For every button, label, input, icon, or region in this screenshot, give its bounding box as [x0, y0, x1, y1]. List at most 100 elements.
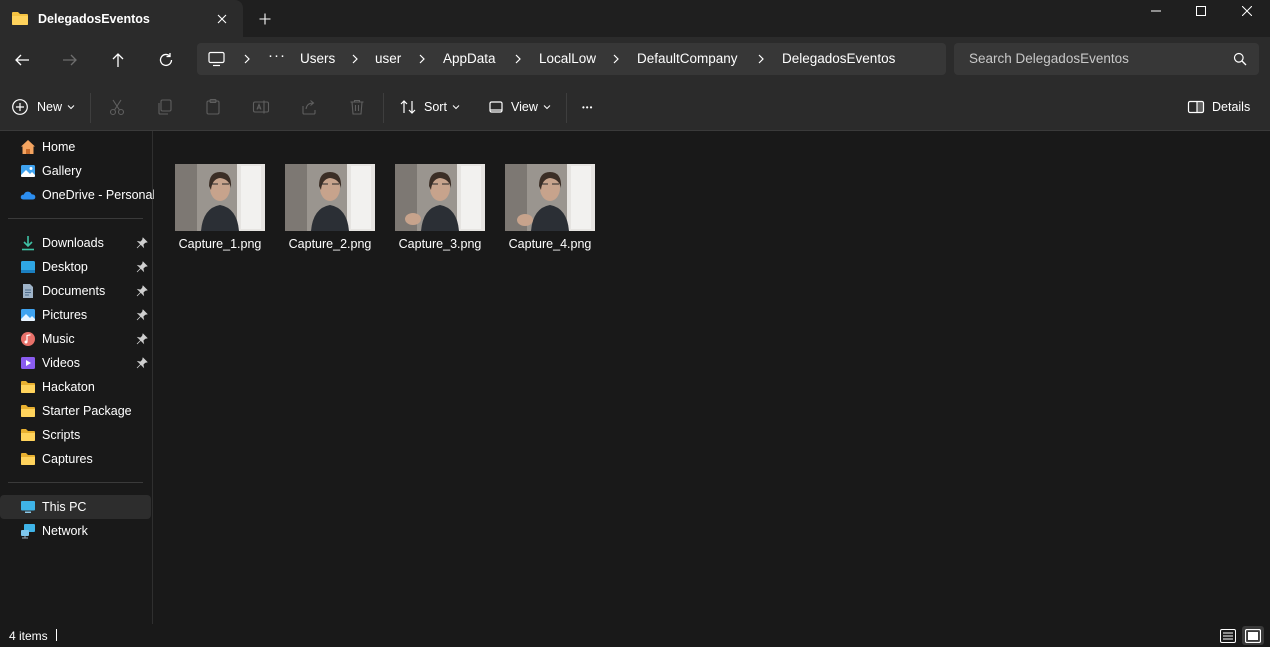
- arrow-up-icon: [112, 53, 124, 67]
- pictures-icon: [20, 307, 36, 323]
- search-placeholder: Search DelegadosEventos: [969, 51, 1129, 66]
- image-thumbnail: [395, 164, 485, 231]
- close-icon: [1242, 6, 1252, 16]
- command-bar: New Sort View ••• Details: [0, 83, 1270, 131]
- sidebar-item-music[interactable]: Music: [0, 327, 151, 351]
- breadcrumb-overflow[interactable]: ···: [268, 47, 286, 64]
- image-thumbnail: [505, 164, 595, 231]
- large-icons-view-icon: [1245, 628, 1261, 643]
- delete-icon[interactable]: [348, 98, 366, 116]
- sidebar-item-label: Gallery: [42, 164, 82, 178]
- back-button[interactable]: [10, 48, 34, 72]
- refresh-button[interactable]: [154, 48, 178, 72]
- up-button[interactable]: [106, 48, 130, 72]
- more-options-button[interactable]: •••: [582, 96, 593, 118]
- navigation-pane: Home Gallery OneDrive - Personal Downloa…: [0, 131, 155, 624]
- title-bar: DelegadosEventos: [0, 0, 1270, 37]
- item-count: 4 items: [9, 629, 48, 643]
- sidebar-item-label: Home: [42, 140, 76, 154]
- search-icon[interactable]: [1233, 52, 1247, 66]
- sidebar-item-home[interactable]: Home: [0, 135, 151, 159]
- close-icon[interactable]: [212, 9, 232, 29]
- sidebar-item-network[interactable]: Network: [0, 519, 151, 543]
- chevron-right-icon[interactable]: [610, 53, 622, 65]
- copy-icon[interactable]: [156, 98, 174, 116]
- sidebar-item-pictures[interactable]: Pictures: [0, 303, 151, 327]
- breadcrumb-users[interactable]: Users: [300, 51, 335, 66]
- folder-icon: [20, 379, 36, 395]
- sidebar-item-gallery[interactable]: Gallery: [0, 159, 151, 183]
- file-item-capture-3[interactable]: Capture_3.png: [374, 164, 485, 259]
- sidebar-item-this-pc[interactable]: This PC: [0, 495, 151, 519]
- pin-icon[interactable]: [136, 285, 148, 297]
- tab-delegadoseventos[interactable]: DelegadosEventos: [0, 0, 243, 37]
- view-icon: [489, 101, 503, 113]
- sidebar-item-starter-package[interactable]: Starter Package: [0, 399, 151, 423]
- file-item-capture-1[interactable]: Capture_1.png: [154, 164, 265, 259]
- sidebar-item-desktop[interactable]: Desktop: [0, 255, 151, 279]
- sidebar-item-downloads[interactable]: Downloads: [0, 231, 151, 255]
- pin-icon[interactable]: [136, 333, 148, 345]
- sidebar-item-hackaton[interactable]: Hackaton: [0, 375, 151, 399]
- breadcrumb-defaultcompany[interactable]: DefaultCompany: [637, 51, 738, 66]
- breadcrumb-appdata[interactable]: AppData: [443, 51, 496, 66]
- chevron-right-icon[interactable]: [755, 53, 767, 65]
- breadcrumb-user[interactable]: user: [375, 51, 401, 66]
- divider: [90, 93, 91, 123]
- file-item-capture-4[interactable]: Capture_4.png: [484, 164, 595, 259]
- large-icons-view-button[interactable]: [1242, 626, 1264, 645]
- folder-icon: [20, 427, 36, 443]
- navigation-bar: ··· Users user AppData LocalLow DefaultC…: [0, 37, 1270, 83]
- sidebar-item-label: Music: [42, 332, 75, 346]
- sidebar-item-label: OneDrive - Personal: [42, 188, 156, 202]
- pin-icon[interactable]: [136, 237, 148, 249]
- new-icon: [12, 99, 28, 115]
- this-pc-icon[interactable]: [208, 51, 225, 67]
- chevron-right-icon[interactable]: [416, 53, 428, 65]
- sidebar-item-videos[interactable]: Videos: [0, 351, 151, 375]
- sidebar-item-captures[interactable]: Captures: [0, 447, 151, 471]
- rename-icon[interactable]: [252, 98, 270, 116]
- search-input[interactable]: Search DelegadosEventos: [954, 43, 1259, 75]
- forward-button[interactable]: [58, 48, 82, 72]
- file-item-capture-2[interactable]: Capture_2.png: [264, 164, 375, 259]
- documents-icon: [20, 283, 36, 299]
- sidebar-item-scripts[interactable]: Scripts: [0, 423, 151, 447]
- breadcrumb-delegadoseventos[interactable]: DelegadosEventos: [782, 51, 895, 66]
- status-bar: 4 items: [0, 624, 1270, 647]
- address-bar[interactable]: ··· Users user AppData LocalLow DefaultC…: [197, 43, 946, 75]
- sort-button[interactable]: Sort: [399, 96, 460, 118]
- sidebar-item-label: Videos: [42, 356, 80, 370]
- onedrive-icon: [20, 187, 36, 203]
- chevron-down-icon: [452, 105, 460, 110]
- sidebar-item-label: Scripts: [42, 428, 81, 442]
- image-thumbnail: [175, 164, 265, 231]
- details-view-button[interactable]: [1217, 626, 1239, 645]
- minimize-button[interactable]: [1133, 0, 1179, 22]
- sidebar-item-documents[interactable]: Documents: [0, 279, 151, 303]
- tab-title: DelegadosEventos: [38, 12, 150, 26]
- new-tab-button[interactable]: [255, 9, 275, 29]
- new-label: New: [37, 100, 63, 114]
- sidebar-divider: [8, 218, 143, 219]
- file-list: Capture_1.png Capture_2.png Capture_3.pn…: [154, 131, 1270, 624]
- view-button[interactable]: View: [487, 96, 551, 118]
- pin-icon[interactable]: [136, 261, 148, 273]
- paste-icon[interactable]: [204, 98, 222, 116]
- maximize-button[interactable]: [1178, 0, 1224, 22]
- sidebar-item-onedrive[interactable]: OneDrive - Personal: [0, 183, 155, 207]
- close-window-button[interactable]: [1224, 0, 1270, 22]
- chevron-right-icon[interactable]: [241, 53, 253, 65]
- view-label: View: [511, 100, 538, 114]
- pin-icon[interactable]: [136, 309, 148, 321]
- chevron-right-icon[interactable]: [349, 53, 361, 65]
- chevron-down-icon: [543, 105, 551, 110]
- pin-icon[interactable]: [136, 357, 148, 369]
- new-button[interactable]: New: [11, 96, 75, 118]
- cut-icon[interactable]: [108, 98, 126, 116]
- chevron-right-icon[interactable]: [512, 53, 524, 65]
- details-button[interactable]: Details: [1187, 96, 1250, 118]
- breadcrumb-locallow[interactable]: LocalLow: [539, 51, 596, 66]
- share-icon[interactable]: [300, 98, 318, 116]
- details-pane-icon: [1187, 100, 1205, 114]
